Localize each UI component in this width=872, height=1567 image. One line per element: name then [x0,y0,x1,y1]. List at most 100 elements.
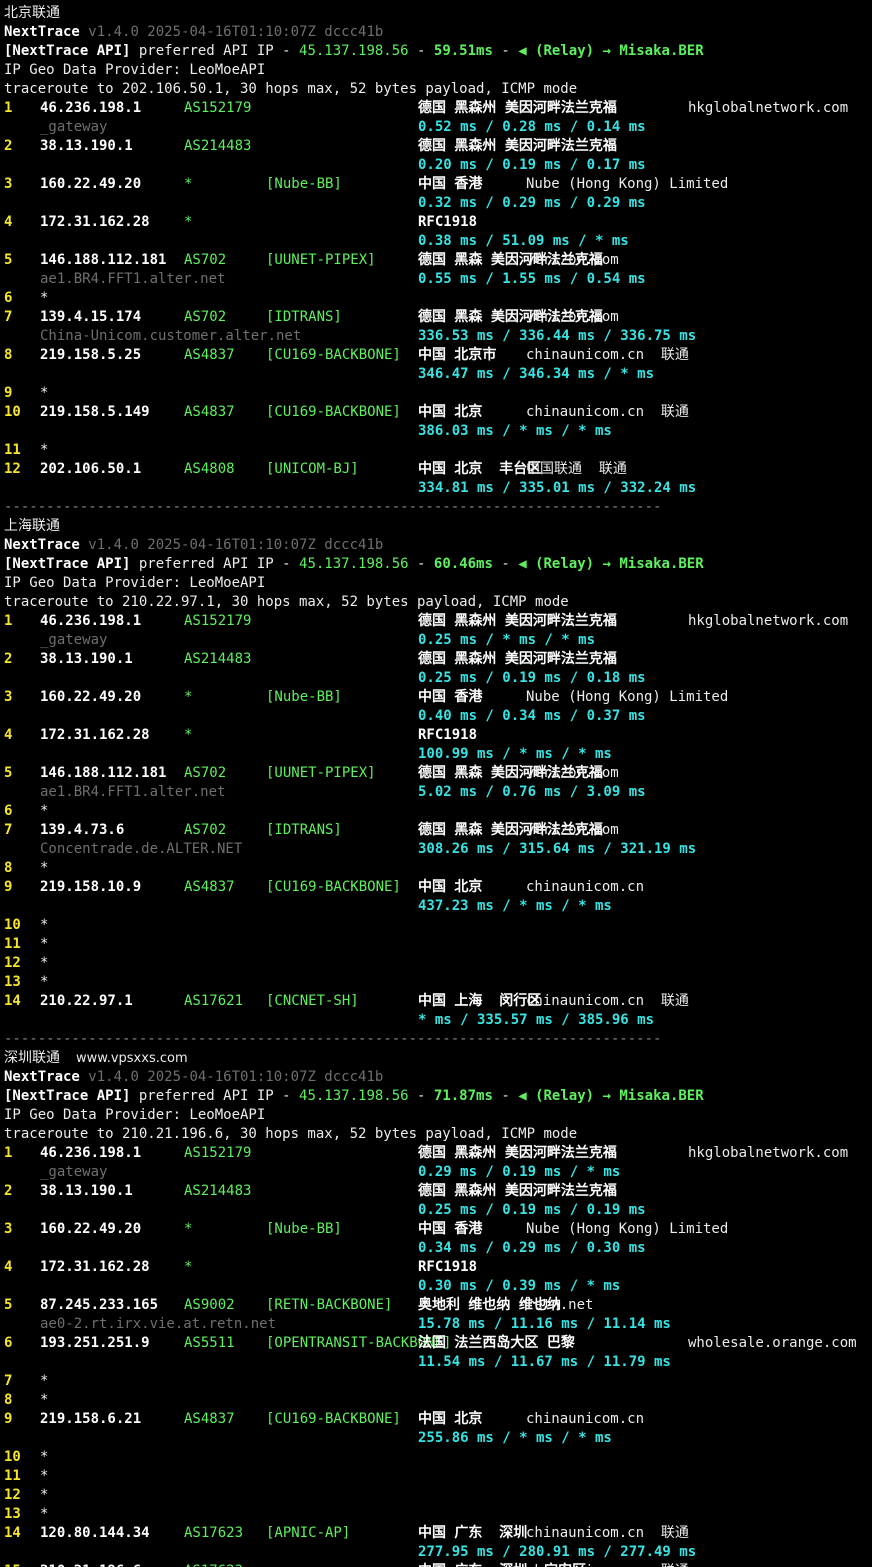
hop-rtt: 0.40 ms / 0.34 ms / 0.37 ms [418,708,646,724]
hop-row: 2 38.13.190.1 AS214483 德国 黑森州 美因河畔法兰克福 [4,650,872,669]
hop-row: 10 219.158.5.149 AS4837 [CU169-BACKBONE] 中国 … [4,403,872,422]
hop-ip: 219.158.5.25 [40,347,142,363]
geo-provider-line: IP Geo Data Provider: LeoMoeAPI [4,1106,265,1125]
hop-asn: * [184,1259,193,1275]
hop-geo: 中国 香港 [418,176,483,192]
hop-network-tag: [IDTRANS] [266,309,342,325]
watermark-text: www.vpsxxs.com [76,1051,188,1066]
hop-domain: Nube (Hong Kong) Limited [526,1221,729,1237]
hop-ip: 139.4.73.6 [40,822,125,838]
hop-rtt: 0.25 ms / 0.19 ms / 0.19 ms [418,1202,646,1218]
hop-domain: chinaunicom.cn 联通 [526,1525,689,1541]
hop-rtt: 0.34 ms / 0.29 ms / 0.30 ms [418,1240,646,1256]
hop-row: 3 160.22.49.20 * [Nube-BB] 中国 香港 Nube (Hong K… [4,1220,872,1239]
hop-detail-row: 346.47 ms / 346.34 ms / * ms [4,365,872,384]
hop-detail-row: ae0-2.rt.irx.vie.at.retn.net 15.78 ms / 1… [4,1315,872,1334]
hop-row: 5 146.188.112.181 AS702 [UUNET-PIPEX] 德国 黑森 … [4,251,872,270]
hop-domain: retn.net [526,1297,594,1313]
hop-hostname: Concentrade.de.ALTER.NET [40,841,243,857]
hop-number: 7 [4,1373,13,1389]
hop-rtt: 336.53 ms / 336.44 ms / 336.75 ms [418,328,697,344]
hop-asn: AS702 [184,252,227,268]
api-dash: - [408,43,434,59]
hop-number: 6 [4,290,13,306]
hop-asn: AS152179 [184,100,252,116]
traceroute-target: traceroute to 210.22.97.1, 30 hops max, … [4,594,569,610]
api-text: preferred API IP - [130,1088,300,1104]
hop-geo: 德国 黑森州 美因河畔法兰克福 [418,100,617,116]
hop-network-tag: [APNIC-AP] [266,1525,351,1541]
hop-network-tag: [CU169-BACKBONE] [266,1411,401,1427]
hop-rtt: 0.55 ms / 1.55 ms / 0.54 ms [418,271,646,287]
hop-network-tag: [RETN-BACKBONE] [266,1297,393,1313]
hop-timeout: * [40,955,49,971]
traceroute-line: traceroute to 210.21.196.6, 30 hops max,… [4,1125,577,1144]
section-label: 上海联通 [4,518,60,534]
hop-number: 1 [4,613,13,629]
hop-network-tag: [IDTRANS] [266,822,342,838]
section-label: 深圳联通 [4,1050,60,1066]
hop-domain: hkglobalnetwork.com [688,100,849,116]
api-ip: 45.137.198.56 [299,43,409,59]
hop-number: 10 [4,917,21,933]
hop-number: 4 [4,214,13,230]
hop-number: 13 [4,974,21,990]
hop-ip: 120.80.144.34 [40,1525,150,1541]
hop-number: 10 [4,1449,21,1465]
hop-row: 1 46.236.198.1 AS152179 德国 黑森州 美因河畔法兰克福 hkgl… [4,1144,872,1163]
hop-rtt: 100.99 ms / * ms / * ms [418,746,612,762]
hop-rtt: 277.95 ms / 280.91 ms / 277.49 ms [418,1544,697,1560]
hop-asn: AS17623 [184,1525,244,1541]
hop-rtt: 346.47 ms / 346.34 ms / * ms [418,366,655,382]
hop-network-tag: [CU169-BACKBONE] [266,879,401,895]
hop-rtt: 0.38 ms / 51.09 ms / * ms [418,233,629,249]
traceroute-line: traceroute to 202.106.50.1, 30 hops max,… [4,80,577,99]
hop-network-tag: [UUNET-PIPEX] [266,765,376,781]
hop-detail-row: 0.32 ms / 0.29 ms / 0.29 ms [4,194,872,213]
api-text: preferred API IP - [130,43,300,59]
nexttrace-brand: NextTrace [4,537,80,553]
hop-hostname: _gateway [40,632,108,648]
hop-ip: 46.236.198.1 [40,613,142,629]
api-latency: 60.46ms [433,556,493,572]
version-info: v1.4.0 2025-04-16T01:10:07Z dccc41b [88,537,384,553]
hop-rtt: * ms / 335.57 ms / 385.96 ms [418,1012,655,1028]
nexttrace-version-line: NextTrace v1.4.0 2025-04-16T01:10:07Z dc… [4,536,383,555]
hop-network-tag: [CU169-BACKBONE] [266,404,401,420]
nexttrace-brand: NextTrace [4,1069,80,1085]
hop-timeout: * [40,1392,49,1408]
api-prefix: [NextTrace API] [4,43,131,59]
hop-domain: hkglobalnetwork.com [688,1145,849,1161]
hop-network-tag: [UUNET-PIPEX] [266,252,376,268]
hop-network-tag: [CNCNET-SH] [266,993,359,1009]
hop-ip: 38.13.190.1 [40,651,133,667]
section-separator: ----------------------------------------… [4,1030,661,1049]
hop-detail-row: _gateway 0.52 ms / 0.28 ms / 0.14 ms [4,118,872,137]
hop-network-tag: [Nube-BB] [266,689,342,705]
hop-hostname: ae0-2.rt.irx.vie.at.retn.net [40,1316,277,1332]
api-prefix: [NextTrace API] [4,556,131,572]
hop-geo: RFC1918 [418,214,478,230]
hop-number: 1 [4,100,13,116]
hop-timeout: * [40,1468,49,1484]
hop-ip: 46.236.198.1 [40,100,142,116]
hop-domain: Nube (Hong Kong) Limited [526,176,729,192]
hop-asn: AS4837 [184,1411,235,1427]
hop-row: 13 * [4,1505,872,1524]
hop-detail-row: 0.25 ms / 0.19 ms / 0.19 ms [4,1201,872,1220]
hop-ip: 210.22.97.1 [40,993,133,1009]
hop-row: 7 139.4.73.6 AS702 [IDTRANS] 德国 黑森 美因河畔法兰克福 v… [4,821,872,840]
version-info: v1.4.0 2025-04-16T01:10:07Z dccc41b [88,24,384,40]
hop-asn: AS702 [184,822,227,838]
hop-rtt: 0.20 ms / 0.19 ms / 0.17 ms [418,157,646,173]
hop-ip: 172.31.162.28 [40,214,150,230]
hop-number: 14 [4,1525,21,1541]
hop-asn: * [184,727,193,743]
hop-rtt: 308.26 ms / 315.64 ms / 321.19 ms [418,841,697,857]
hop-detail-row: 0.38 ms / 51.09 ms / * ms [4,232,872,251]
hop-ip: 146.188.112.181 [40,252,167,268]
section-separator: ----------------------------------------… [4,498,661,517]
hop-row: 11 * [4,441,872,460]
hop-row: 8 * [4,859,872,878]
traceroute-line: traceroute to 210.22.97.1, 30 hops max, … [4,593,569,612]
